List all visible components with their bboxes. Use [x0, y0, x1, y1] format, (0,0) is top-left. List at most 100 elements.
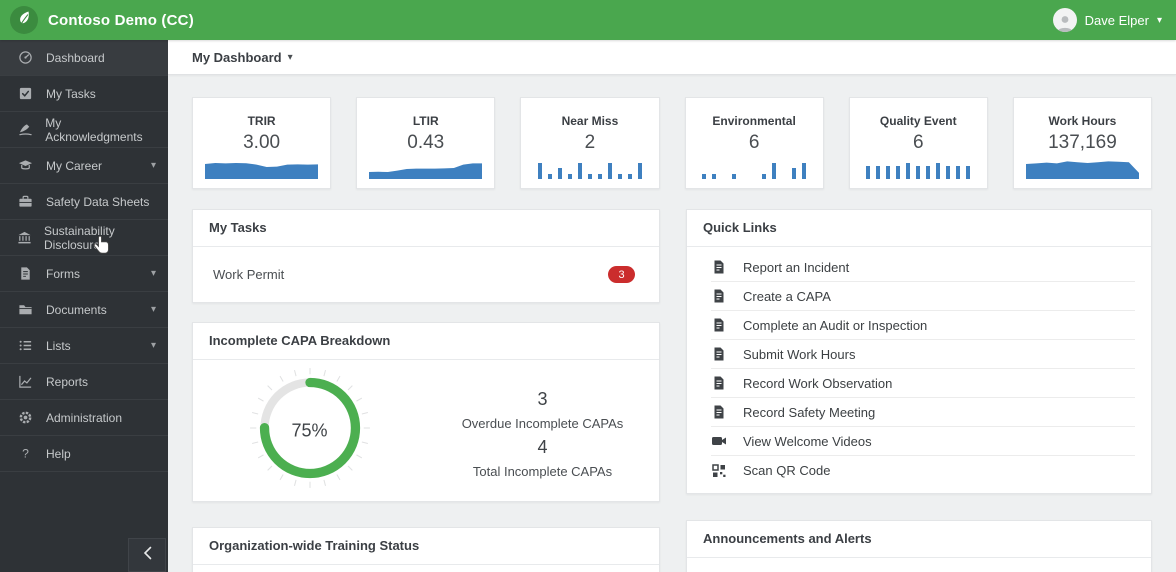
- my-tasks-header: My Tasks: [193, 210, 659, 247]
- my-tasks-panel: My Tasks Work Permit 3: [192, 209, 660, 303]
- sidebar-item-documents[interactable]: Documents ▾: [0, 292, 168, 328]
- kpi-card-ltir[interactable]: LTIR 0.43: [356, 97, 496, 189]
- sidebar-item-lists[interactable]: Lists ▾: [0, 328, 168, 364]
- chevron-down-icon: ▾: [150, 160, 156, 171]
- form-icon: [17, 265, 34, 282]
- document-icon: [711, 404, 727, 420]
- quick-link-record-safety-meeting[interactable]: Record Safety Meeting: [711, 398, 1135, 427]
- sidebar-item-label: My Acknowledgments: [45, 115, 143, 144]
- chevron-left-icon: [143, 546, 152, 565]
- tasks-icon: [17, 85, 34, 102]
- sidebar-item-sustainability-disclosure[interactable]: Sustainability Disclosure: [0, 220, 168, 256]
- sidebar-item-label: Documents: [46, 302, 107, 317]
- kpi-card-environmental[interactable]: Environmental 6: [684, 97, 824, 189]
- page: Contoso Demo (CC) Dave Elper ▾ Dashboard…: [0, 0, 1176, 572]
- quick-link-label: Scan QR Code: [743, 463, 831, 478]
- sidebar-item-label: Sustainability Disclosure: [44, 223, 115, 252]
- sidebar-item-reports[interactable]: Reports: [0, 364, 168, 400]
- task-row[interactable]: Work Permit 3: [193, 247, 659, 302]
- announcements-header: Announcements and Alerts: [687, 521, 1151, 558]
- kpi-title: Near Miss: [561, 114, 619, 128]
- acknowledgments-icon: [17, 121, 33, 138]
- kpi-sparkline-bars: [850, 159, 987, 188]
- task-label: Work Permit: [213, 267, 285, 282]
- kpi-card-work-hours[interactable]: Work Hours 137,169: [1012, 97, 1153, 189]
- capa-header: Incomplete CAPA Breakdown: [193, 323, 659, 360]
- app-header: Contoso Demo (CC) Dave Elper ▾: [0, 0, 1176, 40]
- sidebar-item-safety-data-sheets[interactable]: Safety Data Sheets: [0, 184, 168, 220]
- chevron-down-icon[interactable]: ▾: [288, 52, 293, 63]
- document-icon: [711, 288, 727, 304]
- quick-link-record-work-observation[interactable]: Record Work Observation: [711, 369, 1135, 398]
- video-camera-icon: [711, 433, 727, 449]
- user-menu[interactable]: Dave Elper ▾: [1052, 8, 1162, 32]
- sidebar-item-administration[interactable]: Administration: [0, 400, 168, 436]
- document-icon: [711, 346, 727, 362]
- task-count-badge: 3: [608, 266, 635, 283]
- user-avatar-icon: [1052, 8, 1077, 32]
- sidebar-item-label: My Career: [46, 158, 103, 173]
- help-icon: ?: [17, 445, 34, 462]
- quick-link-label: Record Safety Meeting: [743, 404, 876, 420]
- chevron-down-icon: ▾: [150, 340, 156, 351]
- sidebar-item-label: Administration: [46, 410, 123, 425]
- panel-title: Quick Links: [703, 220, 777, 235]
- capa-stat-value: 3: [537, 388, 548, 409]
- quick-link-scan-qr-code[interactable]: Scan QR Code: [711, 456, 1135, 485]
- graduation-cap-icon: [17, 157, 34, 174]
- sidebar-item-my-tasks[interactable]: My Tasks: [0, 76, 168, 112]
- kpi-sparkline-area: [1014, 159, 1151, 188]
- sidebar-collapse-button[interactable]: [128, 538, 166, 572]
- app-logo[interactable]: [10, 6, 38, 34]
- sidebar-item-label: Help: [46, 446, 71, 461]
- qr-code-icon: [711, 463, 727, 479]
- capa-stat-label: Overdue Incomplete CAPAs: [461, 415, 624, 431]
- document-icon: [711, 375, 727, 391]
- quick-link-submit-work-hours[interactable]: Submit Work Hours: [711, 340, 1135, 369]
- kpi-value: 3.00: [243, 132, 281, 153]
- kpi-title: Environmental: [712, 114, 796, 128]
- quick-links-header: Quick Links: [687, 210, 1151, 247]
- sidebar-item-label: Safety Data Sheets: [46, 194, 150, 209]
- kpi-sparkline-bars: [521, 159, 658, 188]
- document-icon: [711, 317, 727, 333]
- kpi-title: LTIR: [412, 114, 439, 128]
- sidebar-item-help[interactable]: ? Help: [0, 436, 168, 472]
- sidebar-item-my-acknowledgments[interactable]: My Acknowledgments: [0, 112, 168, 148]
- quick-link-create-a-capa[interactable]: Create a CAPA: [711, 282, 1135, 311]
- quick-link-label: Report an Incident: [743, 259, 850, 275]
- kpi-sparkline-bars: [686, 159, 823, 188]
- kpi-title: Work Hours: [1048, 114, 1117, 128]
- kpi-card-trir[interactable]: TRIR 3.00: [192, 97, 332, 189]
- capa-stats: 3 Overdue Incomplete CAPAs 4 Total Incomple…: [426, 383, 659, 479]
- training-header: Organization-wide Training Status: [193, 528, 659, 565]
- panel-title: Announcements and Alerts: [703, 531, 872, 546]
- kpi-card-near-miss[interactable]: Near Miss 2: [520, 97, 660, 189]
- sidebar-item-label: Reports: [46, 374, 89, 389]
- quick-link-complete-an-audit-or-inspection[interactable]: Complete an Audit or Inspection: [711, 311, 1135, 340]
- quick-link-view-welcome-videos[interactable]: View Welcome Videos: [711, 427, 1135, 456]
- quick-link-label: View Welcome Videos: [743, 433, 872, 449]
- sidebar-item-forms[interactable]: Forms ▾: [0, 256, 168, 292]
- kpi-title: TRIR: [247, 114, 276, 128]
- sidebar-item-my-career[interactable]: My Career ▾: [0, 148, 168, 184]
- chevron-down-icon: ▾: [150, 304, 156, 315]
- sidebar-item-dashboard[interactable]: Dashboard: [0, 40, 168, 76]
- kpi-card-quality-event[interactable]: Quality Event 6: [848, 97, 988, 189]
- sidebar-item-label: My Tasks: [46, 86, 96, 101]
- bank-icon: [17, 229, 32, 246]
- dashboard-icon: [17, 49, 34, 66]
- leaf-icon: [16, 10, 32, 31]
- chevron-down-icon: ▾: [150, 268, 156, 279]
- kpi-title: Quality Event: [879, 114, 957, 128]
- quick-link-report-an-incident[interactable]: Report an Incident: [711, 253, 1135, 282]
- dashboard-selector[interactable]: My Dashboard: [192, 50, 282, 65]
- main-content: TRIR 3.00 LTIR 0.43 Near Miss 2 Environmental 6…: [168, 75, 1176, 572]
- folder-icon: [17, 301, 34, 318]
- gauge-percent-label: 75%: [291, 420, 328, 440]
- kpi-value: 6: [748, 132, 760, 153]
- svg-text:?: ?: [22, 447, 29, 461]
- panel-title: Organization-wide Training Status: [209, 538, 420, 553]
- chart-icon: [17, 373, 34, 390]
- kpi-sparkline-area: [193, 159, 330, 188]
